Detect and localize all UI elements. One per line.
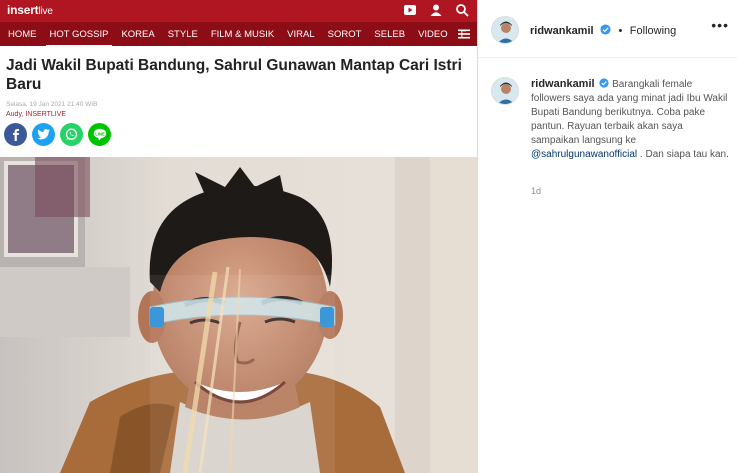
site-navbar: HOME HOT GOSSIP KOREA STYLE FILM & MUSIK… (0, 22, 477, 47)
verified-badge-icon (599, 78, 609, 88)
instagram-panel: ridwankamil • Following ••• ridwankamil … (477, 0, 737, 473)
avatar[interactable] (491, 16, 519, 44)
avatar-image (492, 17, 518, 43)
avatar-image (492, 78, 518, 104)
nav-hot-gossip[interactable]: HOT GOSSIP (45, 29, 113, 47)
whatsapp-icon (65, 128, 78, 140)
facebook-share-button[interactable] (4, 123, 27, 146)
twitter-share-button[interactable] (32, 123, 55, 146)
twitter-icon (37, 129, 50, 140)
nav-film-musik[interactable]: FILM & MUSIK (211, 29, 274, 40)
post-header: ridwankamil • Following ••• (478, 0, 737, 58)
caption-username[interactable]: ridwankamil (531, 78, 595, 90)
more-options-icon[interactable]: ••• (711, 17, 729, 33)
facebook-icon (12, 128, 19, 141)
caption-avatar[interactable] (491, 77, 519, 105)
article-date: Selasa, 19 Jan 2021 21:40 WIB (6, 101, 98, 108)
whatsapp-share-button[interactable] (60, 123, 83, 146)
header-separator: • (618, 25, 623, 37)
article-photo[interactable] (0, 157, 477, 473)
article-screenshot: insertlive HOME HOT GOSSIP KOREA STYLE F… (0, 0, 477, 473)
following-button[interactable]: Following (630, 25, 676, 37)
article-title[interactable]: Jadi Wakil Bupati Bandung, Sahrul Gunawa… (0, 46, 477, 94)
video-icon[interactable] (403, 3, 417, 17)
man-with-face-shield-photo (0, 157, 477, 473)
line-share-button[interactable]: LINE (88, 123, 111, 146)
search-icon[interactable] (455, 3, 469, 17)
post-timestamp[interactable]: 1d (531, 186, 541, 196)
caption-text-2: . Dan siapa tau kan. (637, 149, 729, 160)
nav-video[interactable]: VIDEO (418, 29, 448, 40)
site-logo[interactable]: insertlive (7, 3, 53, 17)
line-icon: LINE (93, 128, 106, 141)
nav-korea[interactable]: KOREA (121, 29, 154, 40)
caption-mention-link[interactable]: @sahrulgunawanofficial (531, 149, 637, 160)
nav-style[interactable]: STYLE (168, 29, 198, 40)
user-icon[interactable] (429, 3, 443, 17)
nav-sorot[interactable]: SOROT (328, 29, 362, 40)
site-topbar: insertlive (0, 0, 477, 22)
hamburger-menu-icon[interactable] (457, 27, 471, 41)
verified-badge-icon (600, 24, 611, 35)
share-buttons: LINE (0, 118, 477, 146)
post-caption: ridwankamil Barangkali female followers … (531, 77, 731, 162)
header-username[interactable]: ridwankamil (530, 25, 594, 37)
svg-text:LINE: LINE (95, 131, 105, 136)
nav-viral[interactable]: VIRAL (287, 29, 314, 40)
article-author[interactable]: Audy, INSERTLIVE (0, 108, 477, 118)
nav-seleb[interactable]: SELEB (374, 29, 405, 40)
nav-home[interactable]: HOME (8, 29, 37, 40)
